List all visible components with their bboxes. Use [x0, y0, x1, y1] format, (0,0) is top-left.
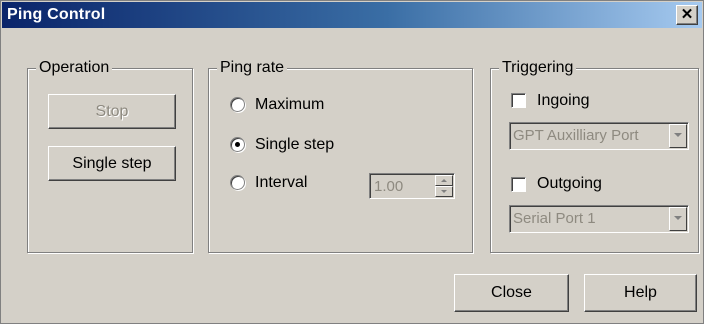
ping-rate-group: Ping rate	[208, 58, 473, 253]
stop-button[interactable]: Stop	[48, 94, 176, 129]
spin-up-button[interactable]	[435, 175, 453, 186]
radio-interval-label[interactable]: Interval	[255, 174, 307, 192]
help-button-label: Help	[624, 284, 657, 301]
ingoing-dropdown-button[interactable]	[669, 124, 687, 148]
outgoing-dropdown-button[interactable]	[669, 207, 687, 231]
chevron-down-icon	[674, 133, 682, 137]
interval-value[interactable]: 1.00	[374, 178, 403, 195]
ingoing-port-select[interactable]: GPT Auxilliary Port	[509, 122, 689, 150]
close-button[interactable]: Close	[454, 274, 569, 312]
ping-rate-legend: Ping rate	[217, 58, 288, 78]
outgoing-port-select[interactable]: Serial Port 1	[509, 205, 689, 233]
outgoing-port-value: Serial Port 1	[513, 210, 596, 227]
title-bar[interactable]: Ping Control ✕	[2, 2, 702, 28]
radio-interval[interactable]	[230, 175, 245, 190]
help-button[interactable]: Help	[584, 274, 697, 312]
stop-button-label: Stop	[95, 103, 129, 120]
ingoing-label[interactable]: Ingoing	[537, 92, 590, 110]
ingoing-port-value: GPT Auxilliary Port	[513, 127, 639, 144]
spin-down-button[interactable]	[435, 186, 453, 197]
close-button-label: Close	[491, 284, 532, 301]
radio-selected-dot	[235, 142, 240, 147]
radio-maximum-label[interactable]: Maximum	[255, 96, 324, 114]
chevron-down-icon	[674, 216, 682, 220]
single-step-button[interactable]: Single step	[48, 146, 176, 181]
operation-legend: Operation	[36, 58, 113, 78]
outgoing-checkbox[interactable]	[511, 177, 526, 192]
window-title: Ping Control	[7, 6, 106, 23]
close-icon: ✕	[680, 6, 694, 23]
ingoing-checkbox[interactable]	[511, 93, 526, 108]
outgoing-label[interactable]: Outgoing	[537, 175, 602, 193]
ping-control-dialog: Ping Control ✕ Operation Stop Single ste…	[0, 0, 704, 324]
interval-spinner[interactable]: 1.00	[369, 173, 455, 199]
triggering-legend: Triggering	[499, 58, 577, 78]
close-window-button[interactable]: ✕	[676, 5, 698, 25]
arrow-down-icon	[441, 190, 447, 193]
arrow-up-icon	[441, 179, 447, 182]
radio-single-step-label[interactable]: Single step	[255, 136, 334, 154]
radio-maximum[interactable]	[230, 97, 245, 112]
single-step-button-label: Single step	[72, 155, 152, 172]
radio-single-step[interactable]	[230, 137, 245, 152]
